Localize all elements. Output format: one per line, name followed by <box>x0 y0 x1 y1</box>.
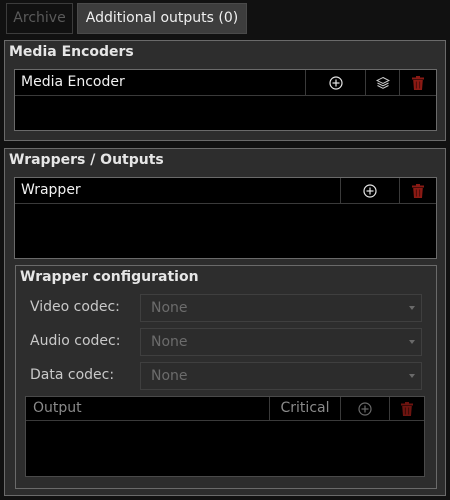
tab-additional-outputs[interactable]: Additional outputs (0) <box>77 3 247 34</box>
delete-wrapper-button[interactable] <box>400 178 436 204</box>
layers-icon <box>375 76 390 89</box>
chevron-down-icon <box>409 374 415 378</box>
media-encoders-title: Media Encoders <box>9 44 134 60</box>
plus-circle-icon <box>328 76 343 90</box>
video-codec-select[interactable]: None <box>140 294 422 322</box>
wrapper-column-label: Wrapper <box>21 182 81 198</box>
add-media-encoder-button[interactable] <box>306 70 365 96</box>
trash-icon <box>412 76 424 90</box>
media-encoders-list[interactable]: Media Encoder <box>14 69 437 131</box>
audio-codec-select[interactable]: None <box>140 328 422 356</box>
outputs-table[interactable]: Output Critical <box>25 396 425 477</box>
video-codec-label: Video codec: <box>30 299 120 315</box>
wrapper-configuration-group: Wrapper configuration Video codec: None … <box>15 265 437 489</box>
data-codec-select[interactable]: None <box>140 362 422 390</box>
video-codec-value: None <box>151 300 188 316</box>
chevron-down-icon <box>409 306 415 310</box>
media-encoder-column-label: Media Encoder <box>21 74 125 90</box>
data-codec-label: Data codec: <box>30 367 115 383</box>
wrappers-outputs-title: Wrappers / Outputs <box>9 152 164 168</box>
plus-circle-icon <box>358 401 372 416</box>
tab-archive[interactable]: Archive <box>6 3 73 34</box>
audio-codec-label: Audio codec: <box>30 333 121 349</box>
add-output-button[interactable] <box>341 397 389 421</box>
layers-button[interactable] <box>366 70 399 96</box>
trash-icon <box>412 184 424 198</box>
trash-icon <box>401 401 413 416</box>
chevron-down-icon <box>409 340 415 344</box>
tab-bar: Archive Additional outputs (0) <box>0 0 450 36</box>
plus-circle-icon <box>363 184 377 198</box>
data-codec-value: None <box>151 368 188 384</box>
media-encoders-group: Media Encoders Media Encoder <box>4 40 446 141</box>
output-column-header: Output <box>26 397 269 421</box>
delete-media-encoder-button[interactable] <box>400 70 436 96</box>
wrapper-configuration-title: Wrapper configuration <box>20 269 199 285</box>
wrappers-outputs-group: Wrappers / Outputs Wrapper Wrapper confi… <box>4 148 446 496</box>
delete-output-button[interactable] <box>390 397 424 421</box>
add-wrapper-button[interactable] <box>341 178 399 204</box>
audio-codec-value: None <box>151 334 188 350</box>
wrappers-list[interactable]: Wrapper <box>14 177 437 259</box>
critical-column-header: Critical <box>270 397 340 421</box>
